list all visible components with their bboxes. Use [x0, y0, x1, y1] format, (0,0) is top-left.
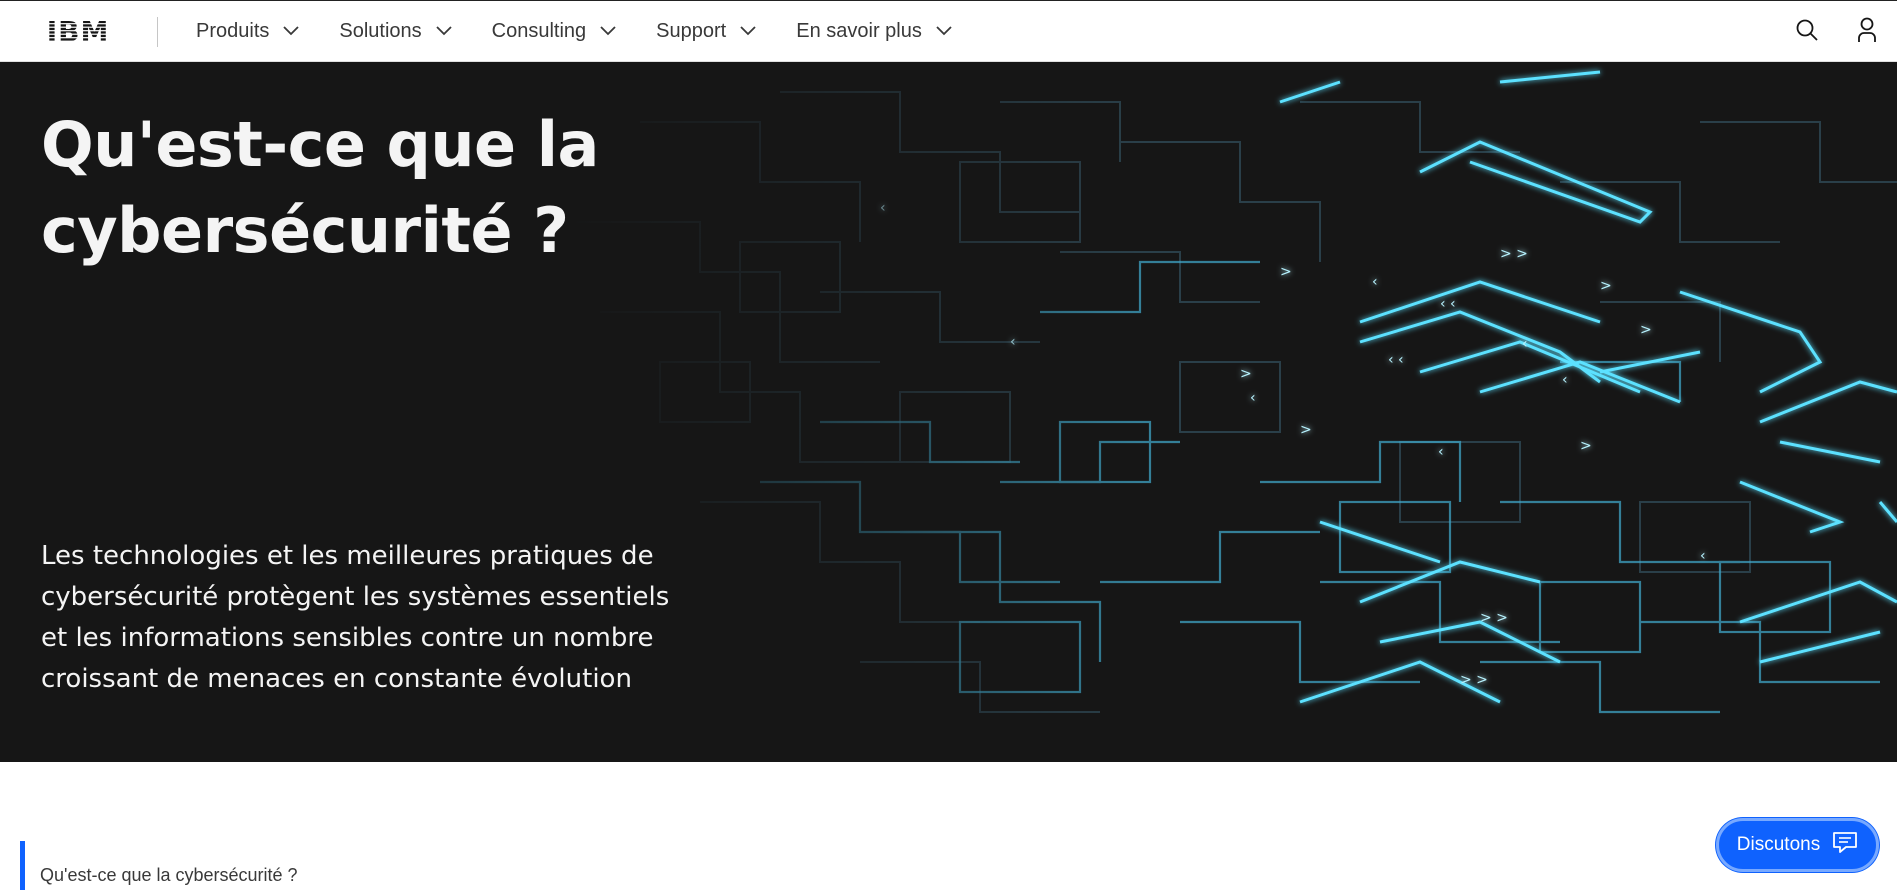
menu-item-label: Support	[656, 19, 727, 42]
chevron-down-icon	[600, 26, 616, 36]
chevron-down-icon	[740, 26, 756, 36]
chat-button[interactable]: Discutons	[1716, 818, 1879, 872]
ibm-logo: IBM	[41, 17, 115, 45]
menu-item-label: Consulting	[491, 19, 587, 42]
search-button[interactable]	[1777, 1, 1837, 63]
toc-item-label: Qu'est-ce que la cybersécurité ?	[40, 865, 298, 885]
menu-item-label: Produits	[196, 19, 270, 42]
chevron-down-icon	[936, 26, 952, 36]
user-icon	[1855, 17, 1879, 48]
chevron-down-icon	[436, 26, 452, 36]
logo-divider	[157, 17, 158, 47]
menu-item-support[interactable]: Support	[656, 1, 756, 61]
page-title: Qu'est-ce que la cybersécurité ?	[41, 108, 599, 267]
menu-item-en-savoir-plus[interactable]: En savoir plus	[796, 1, 952, 61]
menu-item-label: En savoir plus	[796, 19, 922, 42]
menu-item-label: Solutions	[339, 19, 422, 42]
logo-link[interactable]: IBM	[0, 1, 158, 61]
search-icon	[1795, 18, 1819, 47]
toc-item-active[interactable]: Qu'est-ce que la cybersécurité ?	[20, 841, 298, 890]
main-menu: Produits Solutions Consulting Support En…	[196, 1, 992, 61]
masthead-actions	[1777, 1, 1897, 63]
user-profile-button[interactable]	[1837, 1, 1897, 63]
menu-item-solutions[interactable]: Solutions	[339, 1, 452, 61]
hero-banner: > > > > ‹ ‹ ‹ > ‹ ‹ ‹ ‹ > ‹ > ‹ > > > ‹ …	[0, 62, 1897, 762]
masthead: IBM Produits Solutions	[0, 0, 1897, 62]
chat-button-label: Discutons	[1736, 834, 1821, 855]
hero-description: Les technologies et les meilleures prati…	[41, 541, 670, 694]
menu-item-consulting[interactable]: Consulting	[492, 1, 617, 61]
chat-icon	[1832, 830, 1858, 860]
menu-item-produits[interactable]: Produits	[196, 1, 300, 61]
chevron-down-icon	[283, 26, 300, 36]
